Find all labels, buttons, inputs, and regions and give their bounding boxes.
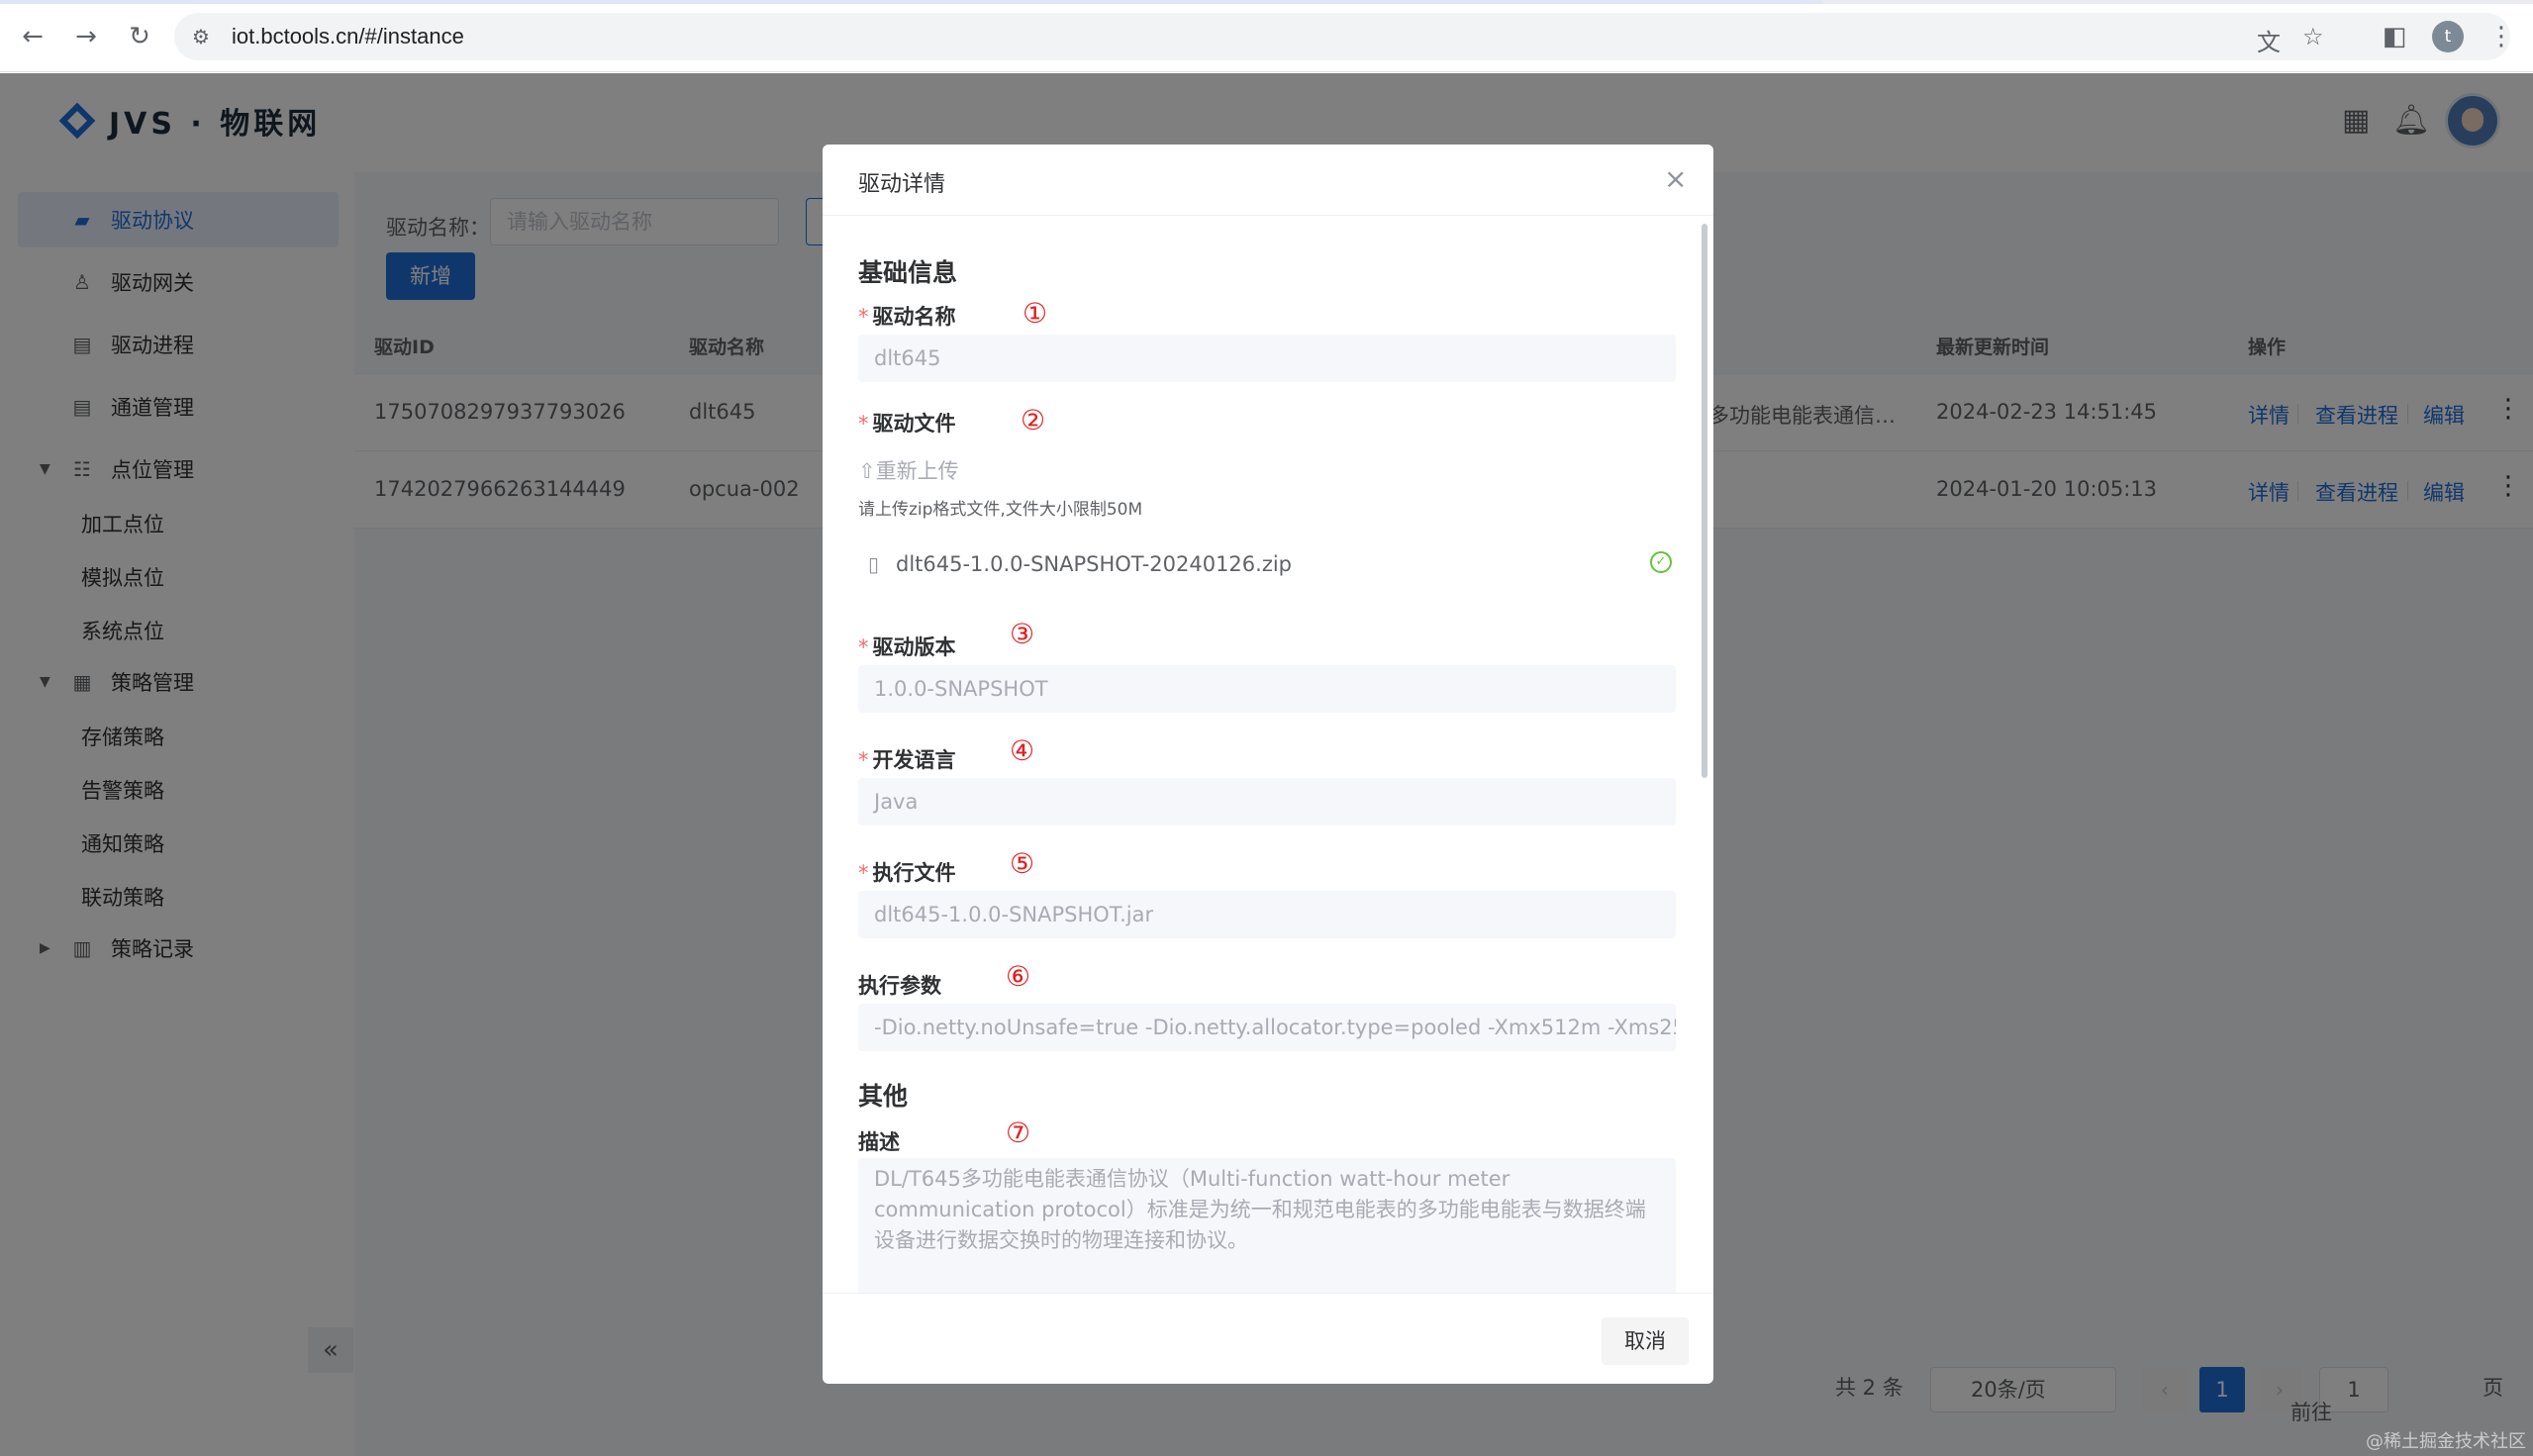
dialog-title: 驱动详情 bbox=[858, 172, 946, 197]
translate-icon[interactable]: 文 bbox=[2257, 23, 2281, 57]
field-label-dev-language: * 开发语言 bbox=[858, 748, 956, 772]
exec-file-field[interactable]: dlt645-1.0.0-SNAPSHOT.jar bbox=[858, 891, 1676, 938]
field-label-exec-params: 执行参数 bbox=[858, 974, 941, 998]
back-icon[interactable]: ← bbox=[16, 20, 49, 53]
corner-watermark: @稀土掘金技术社区 bbox=[2366, 1431, 2526, 1452]
field-label-exec-file: * 执行文件 bbox=[858, 861, 956, 885]
uploaded-file-name[interactable]: dlt645-1.0.0-SNAPSHOT-20240126.zip bbox=[896, 552, 1292, 576]
field-label-driver-version: * 驱动版本 bbox=[858, 635, 956, 659]
driver-detail-dialog: 驱动详情 × 基础信息 * 驱动名称 ① dlt645 * 驱动文件 ② ⇧重新上传… bbox=[823, 145, 1713, 1384]
annotation-marker: ① bbox=[1023, 297, 1048, 330]
reupload-button[interactable]: ⇧重新上传 bbox=[858, 455, 959, 485]
field-label-driver-name: * 驱动名称 bbox=[858, 305, 956, 329]
check-circle-icon: ✓ bbox=[1650, 551, 1672, 573]
dialog-body: 基础信息 * 驱动名称 ① dlt645 * 驱动文件 ② ⇧重新上传 请上传zip… bbox=[823, 216, 1713, 1293]
browser-chrome: ← → ↻ ⚙ iot.bctools.cn/#/instance 文 ☆ ◧ … bbox=[0, 0, 2533, 72]
description-textarea[interactable]: DL/T645多功能电能表通信协议（Multi-function watt-ho… bbox=[858, 1158, 1676, 1293]
reload-icon[interactable]: ↻ bbox=[123, 20, 156, 53]
exec-params-field[interactable]: -Dio.netty.noUnsafe=true -Dio.netty.allo… bbox=[858, 1004, 1676, 1051]
upload-icon: ⇧ bbox=[858, 459, 876, 483]
address-bar[interactable]: ⚙ iot.bctools.cn/#/instance 文 ☆ bbox=[174, 13, 2510, 60]
browser-menu-icon[interactable]: ⋮ bbox=[2484, 20, 2518, 53]
driver-name-field[interactable]: dlt645 bbox=[858, 335, 1676, 382]
dev-language-field[interactable]: Java bbox=[858, 778, 1676, 825]
annotation-marker: ④ bbox=[1010, 734, 1035, 767]
close-icon[interactable]: × bbox=[1664, 162, 1687, 195]
bookmark-star-icon[interactable]: ☆ bbox=[2302, 23, 2324, 50]
side-panel-icon[interactable]: ◧ bbox=[2378, 20, 2411, 53]
profile-avatar[interactable]: t bbox=[2432, 21, 2464, 52]
field-label-driver-file: * 驱动文件 bbox=[858, 412, 956, 436]
forward-icon[interactable]: → bbox=[69, 20, 103, 53]
section-basic-info: 基础信息 bbox=[858, 258, 958, 287]
annotation-marker: ⑤ bbox=[1010, 847, 1035, 880]
tab-strip bbox=[0, 0, 2533, 4]
annotation-marker: ⑦ bbox=[1006, 1116, 1031, 1149]
document-icon: ▯ bbox=[868, 552, 880, 576]
cancel-button[interactable]: 取消 bbox=[1602, 1317, 1689, 1365]
upload-hint: 请上传zip格式文件,文件大小限制50M bbox=[858, 500, 1143, 520]
dialog-footer: 取消 bbox=[823, 1293, 1713, 1384]
annotation-marker: ② bbox=[1021, 404, 1046, 437]
annotation-marker: ⑥ bbox=[1006, 960, 1031, 993]
site-settings-icon[interactable]: ⚙ bbox=[192, 25, 210, 49]
field-label-description: 描述 bbox=[858, 1130, 900, 1154]
annotation-marker: ③ bbox=[1010, 618, 1035, 650]
uploaded-file-item[interactable]: ▯ dlt645-1.0.0-SNAPSHOT-20240126.zip ✓ bbox=[868, 546, 1676, 586]
section-other: 其他 bbox=[858, 1082, 909, 1111]
driver-version-field[interactable]: 1.0.0-SNAPSHOT bbox=[858, 665, 1676, 713]
url-text[interactable]: iot.bctools.cn/#/instance bbox=[232, 24, 464, 49]
dialog-scrollbar[interactable] bbox=[1702, 224, 1707, 778]
dialog-header: 驱动详情 × bbox=[823, 145, 1713, 216]
